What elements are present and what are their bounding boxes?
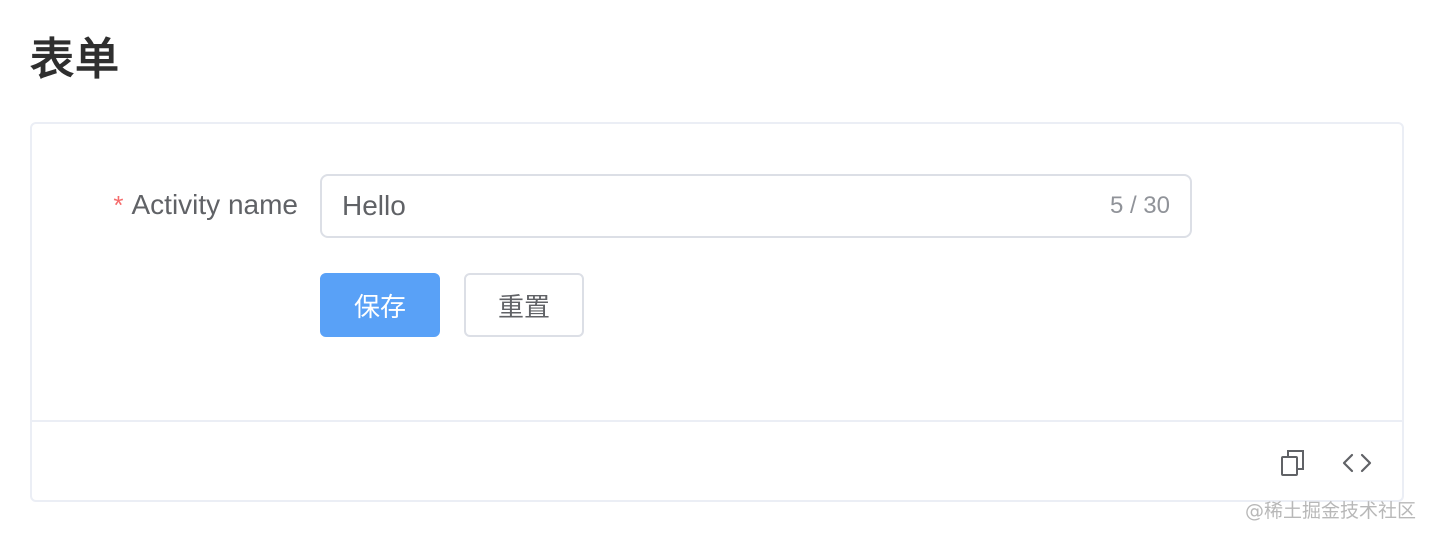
demo-card: * Activity name 5 / 30 保存 重置: [30, 122, 1404, 502]
watermark: @稀土掘金技术社区: [1244, 500, 1416, 522]
activity-name-input[interactable]: [322, 176, 1110, 236]
code-icon[interactable]: [1340, 446, 1374, 480]
word-count: 5 / 30: [1109, 192, 1170, 219]
form: * Activity name 5 / 30 保存 重置: [32, 124, 1402, 422]
copy-icon[interactable]: [1276, 446, 1310, 480]
save-button[interactable]: 保存: [320, 273, 440, 337]
reset-button[interactable]: 重置: [464, 273, 584, 337]
activity-name-label-text: Activity name: [131, 189, 299, 220]
card-footer: [32, 420, 1402, 502]
activity-name-label: * Activity name: [32, 174, 298, 236]
required-asterisk: *: [113, 189, 124, 220]
activity-name-input-wrapper[interactable]: 5 / 30: [320, 174, 1192, 238]
page-title: 表单: [30, 34, 120, 85]
